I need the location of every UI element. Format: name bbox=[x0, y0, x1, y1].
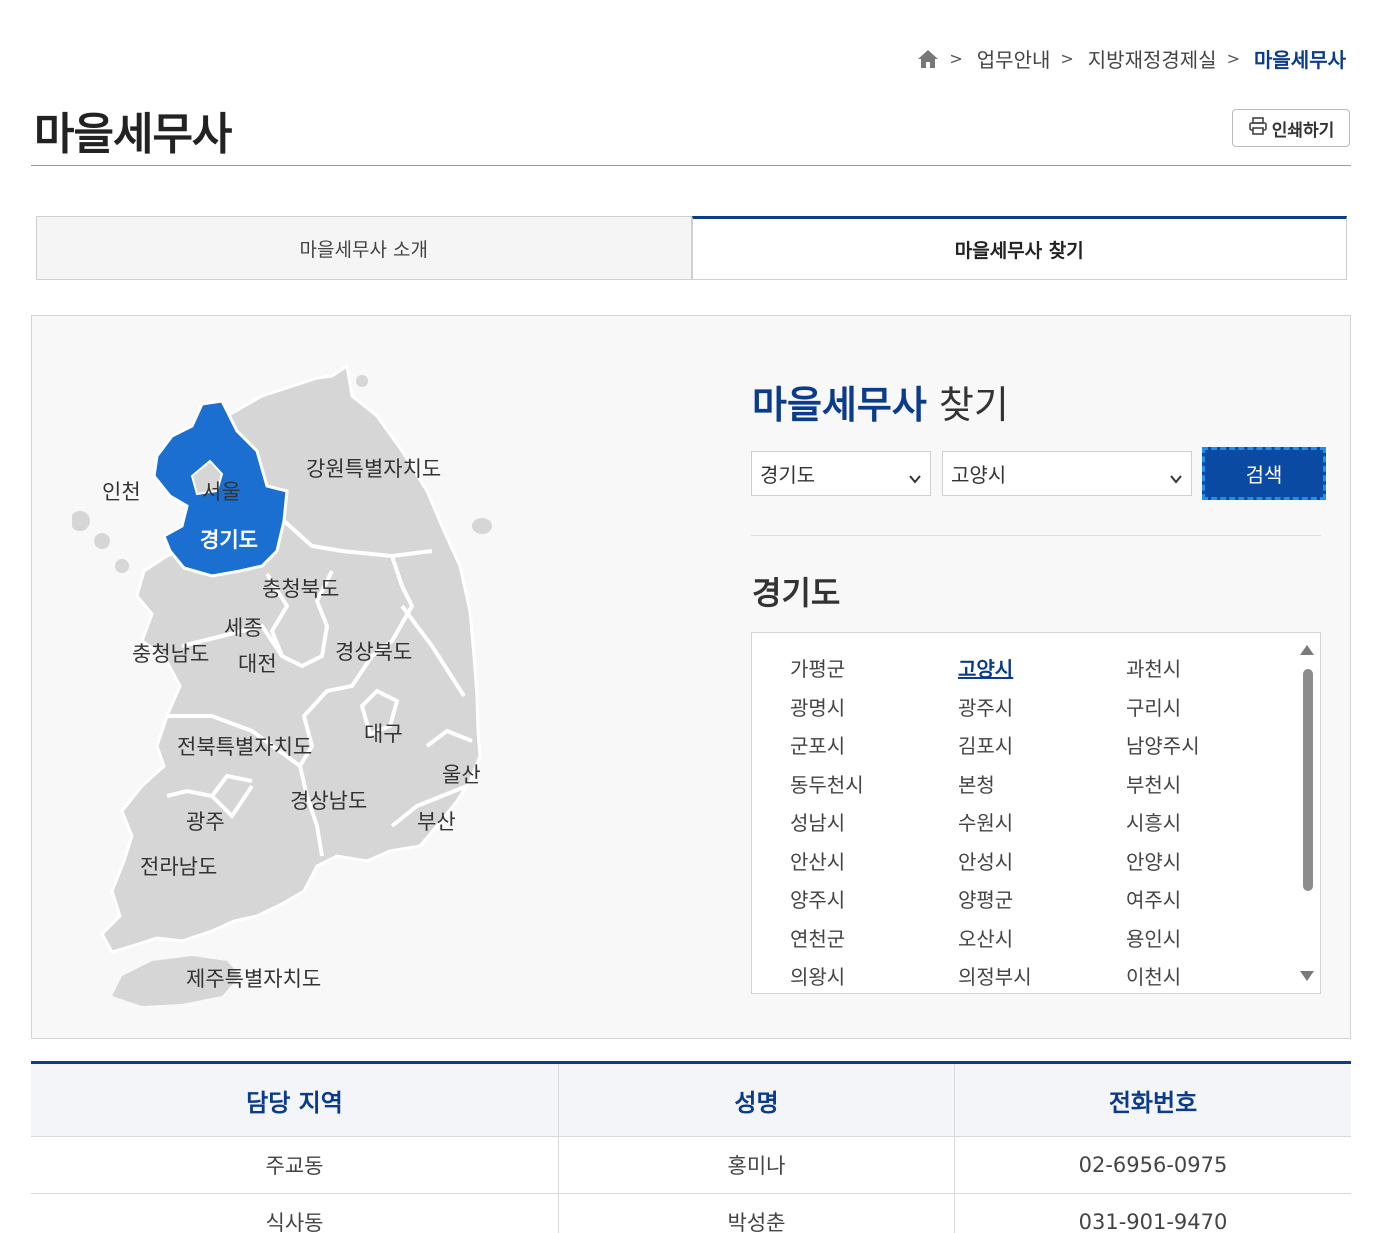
city-link[interactable]: 의정부시 bbox=[958, 963, 1126, 992]
table-cell-name: 박성춘 bbox=[559, 1194, 955, 1233]
search-button[interactable]: 검색 bbox=[1202, 447, 1326, 500]
city-link[interactable]: 동두천시 bbox=[790, 771, 958, 800]
table-row: 주교동 홍미나 02-6956-0975 bbox=[31, 1137, 1351, 1194]
city-link[interactable]: 성남시 bbox=[790, 809, 958, 838]
city-link[interactable]: 오산시 bbox=[958, 925, 1126, 954]
korea-map: 인천 서울 경기도 강원특별자치도 충청북도 세종 충청남도 대전 경상북도 대… bbox=[72, 356, 512, 1016]
scroll-down-icon[interactable] bbox=[1300, 971, 1314, 981]
region-label-incheon[interactable]: 인천 bbox=[102, 476, 141, 506]
column-header-name: 성명 bbox=[559, 1064, 955, 1136]
table-cell-name: 홍미나 bbox=[559, 1137, 955, 1193]
tab-find[interactable]: 마을세무사 찾기 bbox=[691, 216, 1347, 280]
city-link[interactable]: 가평군 bbox=[790, 655, 958, 684]
scroll-up-icon[interactable] bbox=[1300, 645, 1314, 655]
region-label-chungnam[interactable]: 충청남도 bbox=[132, 638, 209, 668]
finder-divider bbox=[751, 535, 1321, 536]
city-link[interactable]: 양주시 bbox=[790, 886, 958, 915]
table-cell-region: 식사동 bbox=[31, 1194, 559, 1233]
city-link[interactable]: 안양시 bbox=[1126, 848, 1294, 877]
region-label-busan[interactable]: 부산 bbox=[417, 806, 456, 836]
tab-bar: 마을세무사 소개 마을세무사 찾기 bbox=[36, 216, 1347, 280]
city-link[interactable]: 남양주시 bbox=[1126, 732, 1294, 761]
finder-panel: 인천 서울 경기도 강원특별자치도 충청북도 세종 충청남도 대전 경상북도 대… bbox=[31, 315, 1351, 1039]
city-grid: 가평군 고양시 과천시 광명시 광주시 구리시 군포시 김포시 남양주시 동두천… bbox=[790, 655, 1294, 992]
breadcrumb-separator: > bbox=[1226, 49, 1240, 68]
region-label-seoul[interactable]: 서울 bbox=[202, 476, 241, 506]
region-label-jeonbuk[interactable]: 전북특별자치도 bbox=[177, 731, 312, 761]
region-label-gyeongbuk[interactable]: 경상북도 bbox=[335, 636, 412, 666]
breadcrumb-separator: > bbox=[1060, 49, 1074, 68]
table-cell-phone: 031-901-9470 bbox=[1078, 1210, 1228, 1233]
finder-title-rest: 찾기 bbox=[938, 383, 1009, 427]
print-button[interactable]: 인쇄하기 bbox=[1232, 109, 1350, 147]
region-label-chungbuk[interactable]: 충청북도 bbox=[262, 573, 339, 603]
city-link[interactable]: 수원시 bbox=[958, 809, 1126, 838]
region-label-daegu[interactable]: 대구 bbox=[364, 718, 403, 748]
title-divider bbox=[31, 165, 1351, 166]
city-select[interactable]: 고양시 bbox=[942, 451, 1192, 496]
city-list-scrollbar[interactable] bbox=[1298, 633, 1320, 993]
city-link[interactable]: 연천군 bbox=[790, 925, 958, 954]
region-heading: 경기도 bbox=[752, 574, 841, 612]
finder-title: 마을세무사 찾기 bbox=[752, 374, 1009, 429]
city-link[interactable]: 여주시 bbox=[1126, 886, 1294, 915]
region-label-sejong[interactable]: 세종 bbox=[224, 612, 263, 642]
chevron-down-icon bbox=[908, 467, 922, 484]
home-icon[interactable] bbox=[917, 48, 939, 70]
city-link[interactable]: 시흥시 bbox=[1126, 809, 1294, 838]
breadcrumb: > 업무안내 > 지방재정경제실 > 마을세무사 bbox=[917, 44, 1346, 73]
region-label-daejeon[interactable]: 대전 bbox=[238, 648, 277, 678]
column-header-region: 담당 지역 bbox=[31, 1064, 559, 1136]
region-label-jeonnam[interactable]: 전라남도 bbox=[140, 851, 217, 881]
region-label-gyeonggi[interactable]: 경기도 bbox=[196, 524, 262, 554]
table-cell-region: 주교동 bbox=[31, 1137, 559, 1193]
chevron-down-icon bbox=[1169, 467, 1183, 484]
region-label-ulsan[interactable]: 울산 bbox=[442, 759, 481, 789]
city-link[interactable]: 군포시 bbox=[790, 732, 958, 761]
city-link[interactable]: 부천시 bbox=[1126, 771, 1294, 800]
city-select-value: 고양시 bbox=[951, 463, 1007, 487]
region-label-gangwon[interactable]: 강원특별자치도 bbox=[306, 453, 441, 483]
breadcrumb-item[interactable]: 업무안내 bbox=[977, 44, 1051, 73]
tab-intro[interactable]: 마을세무사 소개 bbox=[36, 216, 692, 280]
print-label: 인쇄하기 bbox=[1271, 120, 1335, 141]
city-link[interactable]: 김포시 bbox=[958, 732, 1126, 761]
table-row: 식사동 박성춘 031-901-9470 bbox=[31, 1194, 1351, 1233]
breadcrumb-item[interactable]: 지방재정경제실 bbox=[1088, 44, 1217, 73]
province-select[interactable]: 경기도 bbox=[751, 451, 931, 496]
table-header-row: 담당 지역 성명 전화번호 bbox=[31, 1064, 1351, 1137]
finder-title-accent: 마을세무사 bbox=[752, 383, 927, 427]
city-link[interactable]: 이천시 bbox=[1126, 963, 1294, 992]
city-link[interactable]: 용인시 bbox=[1126, 925, 1294, 954]
region-label-gwangju[interactable]: 광주 bbox=[186, 806, 225, 836]
printer-icon bbox=[1248, 116, 1268, 141]
city-link[interactable]: 광명시 bbox=[790, 694, 958, 723]
korea-map-shape bbox=[72, 363, 492, 1006]
breadcrumb-separator: > bbox=[949, 49, 963, 68]
region-label-gyeongnam[interactable]: 경상남도 bbox=[290, 785, 367, 815]
page-title: 마을세무사 bbox=[34, 109, 232, 160]
city-link[interactable]: 양평군 bbox=[958, 886, 1126, 915]
scroll-thumb[interactable] bbox=[1303, 669, 1313, 891]
breadcrumb-current[interactable]: 마을세무사 bbox=[1254, 44, 1346, 73]
city-link[interactable]: 안산시 bbox=[790, 848, 958, 877]
results-table: 담당 지역 성명 전화번호 주교동 홍미나 02-6956-0975 식사동 박… bbox=[31, 1061, 1351, 1233]
city-link[interactable]: 의왕시 bbox=[790, 963, 958, 992]
column-header-phone: 전화번호 bbox=[1108, 1088, 1198, 1117]
city-link-active[interactable]: 고양시 bbox=[958, 655, 1126, 684]
city-link[interactable]: 광주시 bbox=[958, 694, 1126, 723]
city-link[interactable]: 구리시 bbox=[1126, 694, 1294, 723]
city-list: 가평군 고양시 과천시 광명시 광주시 구리시 군포시 김포시 남양주시 동두천… bbox=[751, 632, 1321, 994]
city-link[interactable]: 과천시 bbox=[1126, 655, 1294, 684]
city-link[interactable]: 안성시 bbox=[958, 848, 1126, 877]
province-select-value: 경기도 bbox=[760, 463, 816, 487]
city-link[interactable]: 본청 bbox=[958, 771, 1126, 800]
region-label-jeju[interactable]: 제주특별자치도 bbox=[186, 963, 321, 993]
table-cell-phone: 02-6956-0975 bbox=[1078, 1153, 1228, 1177]
